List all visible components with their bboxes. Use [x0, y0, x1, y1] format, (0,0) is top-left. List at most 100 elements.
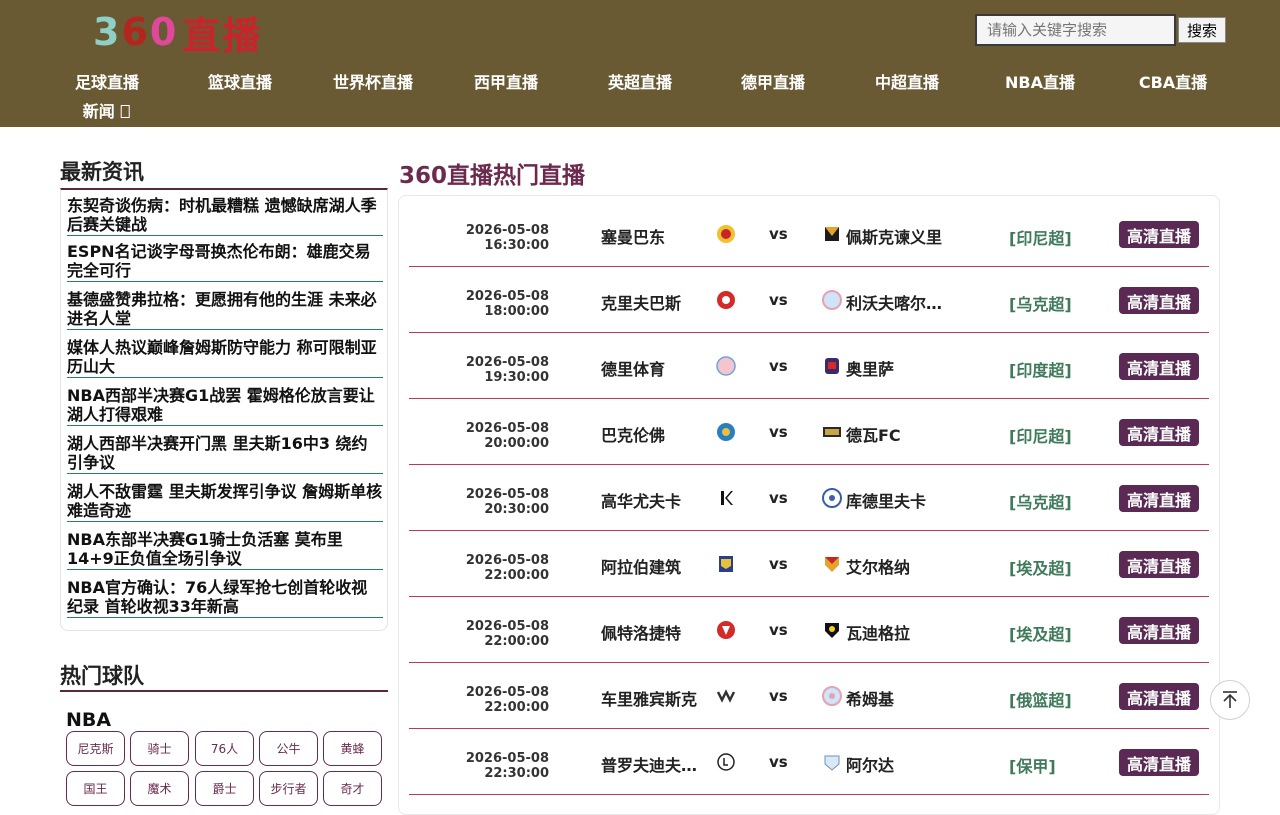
logo-digit-0: 0	[149, 10, 179, 54]
nav-item[interactable]: 篮球直播	[208, 69, 272, 93]
home-team-logo-icon	[716, 356, 736, 376]
league-tag[interactable]: [乌克超]	[1009, 489, 1072, 513]
match-time: 2026-05-08 19:30:00	[449, 355, 549, 385]
match-time: 2026-05-08 22:00:00	[449, 553, 549, 583]
match-date: 2026-05-08	[465, 685, 549, 700]
hd-live-button[interactable]: 高清直播	[1119, 353, 1199, 380]
hd-live-button[interactable]: 高清直播	[1119, 551, 1199, 578]
away-team[interactable]: 希姆基	[846, 686, 946, 710]
match-clock: 22:00:00	[484, 568, 549, 583]
news-item[interactable]: 基德盛赞弗拉格：更愿拥有他的生涯 未来必进名人堂	[67, 290, 383, 330]
site-logo[interactable]: 3 6 0 直播	[93, 8, 262, 58]
team-tag[interactable]: 76人	[195, 731, 254, 766]
match-time: 2026-05-08 20:30:00	[449, 487, 549, 517]
home-team[interactable]: 车里雅宾斯克	[601, 686, 701, 710]
team-tag[interactable]: 公牛	[259, 731, 318, 766]
away-team-logo-icon	[825, 623, 839, 638]
team-tag[interactable]: 魔术	[130, 771, 189, 806]
match-clock: 19:30:00	[484, 370, 549, 385]
news-item[interactable]: ESPN名记谈字母哥换杰伦布朗：雄鹿交易完全可行	[67, 242, 383, 282]
news-item[interactable]: NBA官方确认：76人绿军抢七创首轮收视纪录 首轮收视33年新高	[67, 578, 383, 618]
match-clock: 20:00:00	[484, 436, 549, 451]
match-row: 2026-05-08 22:00:00 车里雅宾斯克 vs 希姆基 [俄篮超] 高清直播	[409, 663, 1209, 729]
away-team-logo-icon	[822, 290, 842, 310]
home-team-logo-icon	[717, 423, 735, 441]
home-team-logo-icon	[721, 491, 733, 505]
away-team[interactable]: 奥里萨	[846, 356, 946, 380]
match-clock: 22:00:00	[484, 634, 549, 649]
league-tag[interactable]: [埃及超]	[1009, 621, 1072, 645]
hd-live-button[interactable]: 高清直播	[1119, 287, 1199, 314]
vs-label: vs	[769, 423, 788, 441]
team-tag[interactable]: 奇才	[323, 771, 382, 806]
match-row: 2026-05-08 22:00:00 佩特洛捷特 vs 瓦迪格拉 [埃及超] 高清直播	[409, 597, 1209, 663]
news-item[interactable]: 东契奇谈伤病：时机最糟糕 遗憾缺席湖人季后赛关键战	[67, 196, 383, 236]
hd-live-button[interactable]: 高清直播	[1119, 485, 1199, 512]
home-team[interactable]: 塞曼巴东	[601, 224, 701, 248]
home-team[interactable]: 普罗夫迪夫火车头	[601, 752, 701, 776]
league-tag[interactable]: [印度超]	[1009, 357, 1072, 381]
nav-item-news[interactable]: 新闻	[83, 98, 130, 122]
away-team[interactable]: 利沃夫喀尔巴阡	[846, 290, 946, 314]
hd-live-button[interactable]: 高清直播	[1119, 221, 1199, 248]
league-tag[interactable]: [埃及超]	[1009, 555, 1072, 579]
news-item[interactable]: 湖人不敌雷霆 里夫斯发挥引争议 詹姆斯单核难造奇迹	[67, 482, 383, 522]
away-team-logo-icon	[822, 686, 842, 706]
hd-live-button[interactable]: 高清直播	[1119, 683, 1199, 710]
nav-item[interactable]: 世界杯直播	[333, 69, 413, 93]
away-team[interactable]: 库德里夫卡	[846, 488, 946, 512]
home-team[interactable]: 佩特洛捷特	[601, 620, 701, 644]
league-tag[interactable]: [印尼超]	[1009, 423, 1072, 447]
home-team[interactable]: 德里体育	[601, 356, 701, 380]
match-time: 2026-05-08 22:30:00	[449, 751, 549, 781]
search-input[interactable]	[975, 14, 1176, 46]
match-row: 2026-05-08 20:00:00 巴克伦佛 vs 德瓦FC [印尼超] 高清直播	[409, 399, 1209, 465]
nav-item[interactable]: CBA直播	[1139, 69, 1207, 93]
team-tag[interactable]: 黄蜂	[323, 731, 382, 766]
away-team[interactable]: 艾尔格纳	[846, 554, 946, 578]
match-date: 2026-05-08	[465, 619, 549, 634]
away-team-logo-icon	[822, 488, 842, 508]
nav-item[interactable]: 英超直播	[608, 69, 672, 93]
away-team[interactable]: 德瓦FC	[846, 422, 946, 446]
news-item[interactable]: 媒体人热议巅峰詹姆斯防守能力 称可限制亚历山大	[67, 338, 383, 378]
home-team-logo-icon	[719, 556, 733, 572]
team-tag[interactable]: 骑士	[130, 731, 189, 766]
news-item[interactable]: NBA东部半决赛G1骑士负活塞 莫布里14+9正负值全场引争议	[67, 530, 383, 570]
nav-item[interactable]: NBA直播	[1005, 69, 1075, 93]
team-tag[interactable]: 尼克斯	[66, 731, 125, 766]
away-team[interactable]: 瓦迪格拉	[846, 620, 946, 644]
match-clock: 18:00:00	[484, 304, 549, 319]
logo-digit-3: 3	[93, 10, 122, 54]
home-team[interactable]: 阿拉伯建筑	[601, 554, 701, 578]
logo-text: 直播	[182, 13, 263, 58]
away-team[interactable]: 阿尔达	[846, 752, 946, 776]
site-header: 3 6 0 直播 搜索 足球直播 篮球直播 世界杯直播 西甲直播 英超直播 德甲直播 中超直…	[0, 0, 1280, 127]
league-tag[interactable]: [印尼超]	[1009, 225, 1072, 249]
nav-item[interactable]: 西甲直播	[474, 69, 538, 93]
hd-live-button[interactable]: 高清直播	[1119, 749, 1199, 776]
nav-item[interactable]: 德甲直播	[741, 69, 805, 93]
match-date: 2026-05-08	[465, 355, 549, 370]
league-tag[interactable]: [乌克超]	[1009, 291, 1072, 315]
away-team-logo-icon	[825, 557, 839, 572]
hd-live-button[interactable]: 高清直播	[1119, 419, 1199, 446]
home-team[interactable]: 巴克伦佛	[601, 422, 701, 446]
match-time: 2026-05-08 22:00:00	[449, 685, 549, 715]
search-button[interactable]: 搜索	[1178, 17, 1226, 43]
league-tag[interactable]: [保甲]	[1009, 753, 1056, 777]
nav-item[interactable]: 中超直播	[875, 69, 939, 93]
home-team[interactable]: 高华尤夫卡	[601, 488, 701, 512]
nav-item[interactable]: 足球直播	[75, 69, 139, 93]
league-tag[interactable]: [俄篮超]	[1009, 687, 1072, 711]
team-tag[interactable]: 爵士	[195, 771, 254, 806]
team-tag[interactable]: 国王	[66, 771, 125, 806]
home-team-logo-icon	[717, 621, 735, 639]
news-item[interactable]: 湖人西部半决赛开门黑 里夫斯16中3 绕约引争议	[67, 434, 383, 474]
team-tag[interactable]: 步行者	[259, 771, 318, 806]
away-team[interactable]: 佩斯克谏义里	[846, 224, 946, 248]
news-item[interactable]: NBA西部半决赛G1战罢 霍姆格伦放言要让湖人打得艰难	[67, 386, 383, 426]
back-to-top-button[interactable]	[1210, 680, 1250, 720]
hd-live-button[interactable]: 高清直播	[1119, 617, 1199, 644]
home-team[interactable]: 克里夫巴斯	[601, 290, 701, 314]
